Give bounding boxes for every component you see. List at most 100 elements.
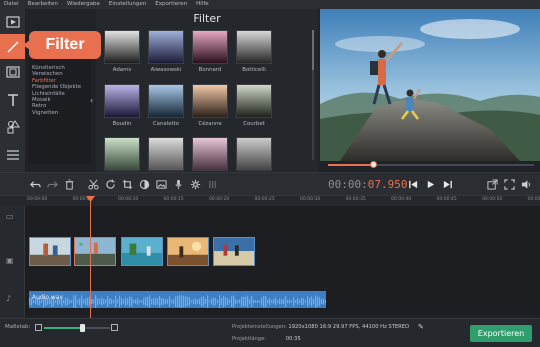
filter-thumbnail[interactable] (104, 84, 140, 118)
zoom-in-icon[interactable] (111, 324, 118, 331)
svg-text:★: ★ (78, 240, 84, 248)
shapes-icon (7, 119, 20, 133)
video-clip[interactable] (167, 237, 209, 266)
list-icon (6, 149, 19, 160)
tool-filter[interactable] (0, 34, 25, 59)
filter-thumbnail[interactable] (192, 137, 228, 171)
filter-thumbnail[interactable] (148, 30, 184, 64)
video-clip[interactable] (29, 237, 71, 266)
skip-back-button[interactable] (406, 177, 420, 191)
popout-preview-button[interactable] (485, 177, 499, 191)
menu-hilfe[interactable]: Hilfe (196, 0, 209, 9)
zoom-slider-fill (44, 327, 82, 329)
menu-exportieren[interactable]: Exportieren (155, 0, 187, 9)
film-icon (5, 65, 20, 78)
delete-button[interactable] (62, 177, 76, 191)
tool-more[interactable] (0, 142, 25, 167)
ruler-tick-label: 00:00:35 (345, 197, 366, 202)
playback-timecode: 00:00:07.950 (328, 178, 408, 191)
audio-clip-label: Audio.wav (32, 294, 63, 301)
skip-forward-button[interactable] (440, 177, 454, 191)
track-headers: ▭ ▣ ♪ (0, 206, 25, 318)
fullscreen-icon (503, 178, 515, 190)
redo-button[interactable] (45, 177, 59, 191)
video-preview[interactable] (320, 9, 540, 161)
crop-button[interactable] (120, 177, 134, 191)
scissors-icon (87, 179, 99, 190)
tool-stickers[interactable] (0, 114, 25, 139)
overlay-track-icon[interactable]: ▭ (6, 212, 14, 221)
video-clip[interactable] (121, 237, 163, 266)
external-window-icon (486, 178, 498, 190)
edit-settings-pencil-icon[interactable]: ✎ (418, 323, 424, 331)
ruler-tick-label: 00:00:40 (391, 197, 412, 202)
filter-thumbnail[interactable] (104, 137, 140, 171)
gear-icon (190, 179, 200, 189)
export-button[interactable]: Exportieren (470, 325, 532, 342)
cut-button[interactable] (86, 177, 100, 191)
filter-panel-title: Filter (193, 12, 221, 25)
equalizer-button[interactable] (205, 177, 219, 191)
filter-thumbnail-label: Adams (112, 67, 132, 73)
preview-seek-progress (328, 164, 374, 166)
filter-scrollbar-thumb[interactable] (312, 30, 314, 70)
video-track-icon[interactable]: ▣ (6, 256, 14, 265)
audio-track-icon[interactable]: ♪ (6, 294, 11, 303)
trash-icon (65, 178, 73, 190)
filter-thumbnail[interactable] (104, 30, 140, 64)
filter-thumbnail[interactable] (192, 30, 228, 64)
video-clip[interactable] (213, 237, 255, 266)
filter-thumbnail[interactable] (148, 84, 184, 118)
filter-thumbnail-label: Canaletto (152, 121, 180, 127)
zoom-label: Maßstab: (5, 324, 31, 330)
ruler-tick-label: 00:00:25 (254, 197, 275, 202)
ruler-tick-label: 00:00:50 (482, 197, 503, 202)
magic-wand-icon (6, 40, 19, 53)
undo-icon (29, 180, 41, 188)
timeline-toolbar (0, 172, 540, 196)
project-settings-label: Projekteinstellungen: (232, 324, 287, 330)
image-icon (155, 179, 167, 189)
filter-thumbnail-label: Bonnard (198, 67, 222, 73)
filter-thumbnail-label: Aiwasowski (150, 67, 182, 73)
play-button[interactable] (423, 177, 437, 191)
ruler-tick-label: 00:00:45 (436, 197, 457, 202)
filter-thumbnail[interactable] (236, 84, 272, 118)
audio-clip[interactable] (29, 291, 326, 308)
zoom-out-icon[interactable] (35, 324, 42, 331)
insert-image-button[interactable] (154, 177, 168, 191)
skip-back-icon (408, 180, 417, 188)
menu-einstellungen[interactable]: Einstellungen (109, 0, 146, 9)
filter-thumbnail-label: Botticelli (242, 67, 266, 73)
filter-thumbnail[interactable] (148, 137, 184, 171)
filter-thumbnail-label: Cézanne (198, 121, 222, 127)
project-settings: Projekteinstellungen: 1920x1080 16:9 29.… (232, 324, 409, 330)
left-toolbar (0, 9, 25, 172)
volume-button[interactable] (519, 177, 533, 191)
tool-titles[interactable] (0, 87, 25, 112)
fullscreen-button[interactable] (502, 177, 516, 191)
menu-wiedergabe[interactable]: Wiedergabe (67, 0, 100, 9)
rotate-button[interactable] (103, 177, 117, 191)
menu-bearbeiten[interactable]: Bearbeiten (28, 0, 58, 9)
menu-bar: Datei Bearbeiten Wiedergabe Einstellunge… (0, 0, 540, 9)
record-audio-button[interactable] (171, 177, 185, 191)
ruler-tick-label: 00:00:00 (27, 197, 48, 202)
ruler-tick-label: 00:00:55 (527, 197, 540, 202)
undo-button[interactable] (28, 177, 42, 191)
preview-seek-handle[interactable] (370, 161, 377, 168)
menu-datei[interactable]: Datei (4, 0, 19, 9)
playhead-line[interactable] (90, 196, 91, 318)
filter-thumbnail[interactable] (236, 137, 272, 171)
clip-settings-button[interactable] (188, 177, 202, 191)
category-vignetten[interactable]: Vignetten (28, 110, 91, 116)
video-clip-thumbnail: ★ (75, 238, 115, 265)
tool-transitions[interactable] (0, 59, 25, 84)
video-clip-selected[interactable]: ★ (74, 237, 116, 266)
zoom-slider-handle[interactable] (80, 324, 85, 332)
filter-thumbnail[interactable] (192, 84, 228, 118)
color-adjust-button[interactable] (137, 177, 151, 191)
filter-thumbnail[interactable] (236, 30, 272, 64)
tool-import[interactable] (0, 9, 25, 34)
video-clip-thumbnail (30, 238, 70, 265)
